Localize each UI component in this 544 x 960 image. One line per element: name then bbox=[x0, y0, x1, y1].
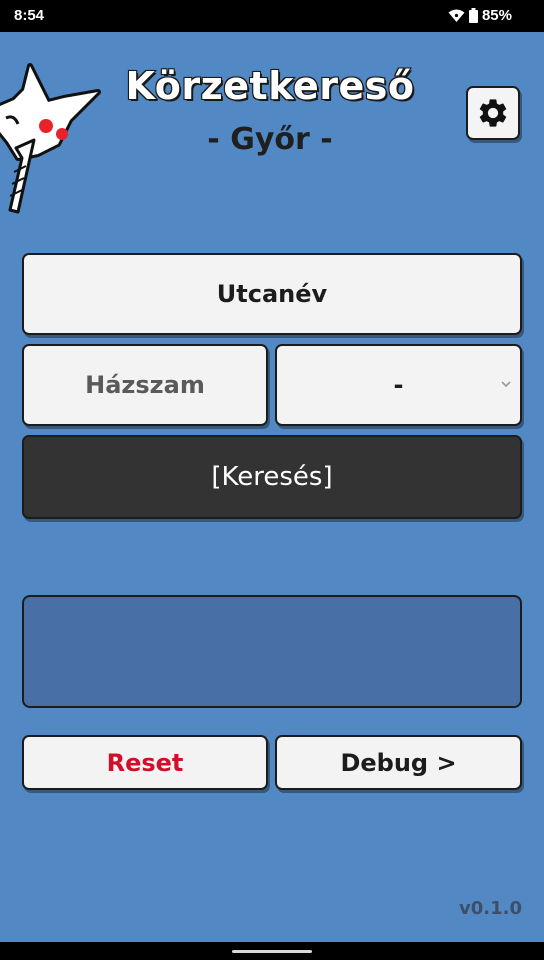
status-time: 8:54 bbox=[14, 7, 45, 24]
street-name-button[interactable]: Utcanév bbox=[22, 253, 522, 335]
navigation-bar bbox=[0, 942, 544, 960]
home-gesture-handle[interactable] bbox=[232, 950, 312, 953]
street-name-label: Utcanév bbox=[216, 280, 328, 308]
house-letter-value: - bbox=[393, 371, 404, 399]
search-button[interactable]: [Keresés] bbox=[22, 435, 522, 519]
version-label: v0.1.0 bbox=[459, 898, 522, 919]
battery-percent: 85% bbox=[481, 7, 512, 24]
house-number-input[interactable] bbox=[22, 344, 268, 426]
house-letter-select[interactable]: - bbox=[275, 344, 522, 426]
reset-button[interactable]: Reset bbox=[22, 735, 268, 790]
status-icons: 85% bbox=[448, 7, 512, 24]
app-title: Körzetkereső bbox=[125, 63, 415, 109]
debug-button[interactable]: Debug > bbox=[275, 735, 522, 790]
wifi-icon bbox=[448, 9, 465, 22]
search-label: [Keresés] bbox=[211, 462, 333, 492]
gear-icon bbox=[479, 99, 507, 127]
reset-label: Reset bbox=[106, 748, 184, 777]
battery-icon bbox=[468, 8, 478, 23]
app-logo bbox=[0, 63, 101, 214]
result-panel bbox=[22, 595, 522, 708]
settings-button[interactable] bbox=[466, 86, 520, 140]
chevron-down-icon bbox=[501, 381, 511, 388]
debug-label: Debug > bbox=[340, 748, 457, 777]
city-subtitle: - Győr - bbox=[207, 122, 333, 157]
status-bar: 8:54 85% bbox=[0, 0, 544, 32]
